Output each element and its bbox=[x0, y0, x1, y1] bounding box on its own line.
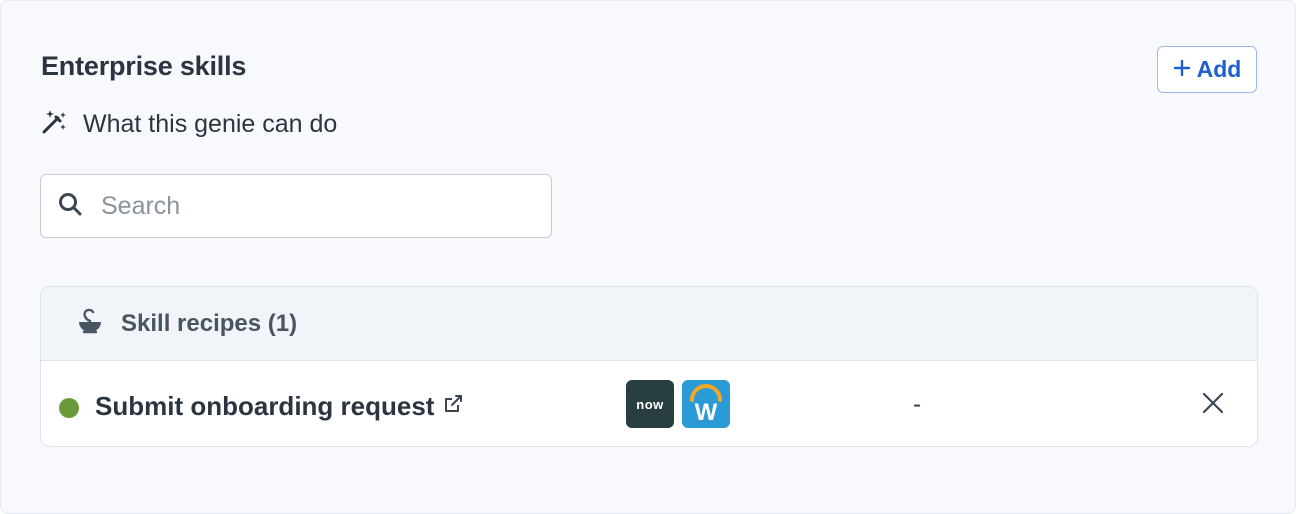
servicenow-logo: now bbox=[626, 380, 674, 428]
section-subtitle: What this genie can do bbox=[41, 108, 337, 141]
external-link-icon bbox=[442, 393, 464, 420]
skill-name-link[interactable]: Submit onboarding request bbox=[95, 391, 464, 422]
remove-skill-button[interactable] bbox=[1201, 391, 1225, 415]
magic-wand-icon bbox=[41, 108, 69, 141]
close-icon bbox=[1202, 392, 1224, 414]
section-header: Enterprise skills bbox=[41, 51, 246, 82]
skill-recipes-label: Skill recipes (1) bbox=[121, 309, 298, 337]
workday-logo: W bbox=[682, 380, 730, 428]
workday-logo-text: W bbox=[695, 399, 718, 426]
search-input[interactable] bbox=[99, 190, 523, 222]
add-skill-button[interactable]: Add bbox=[1157, 46, 1257, 93]
table-row: Submit onboarding request now W - bbox=[41, 361, 1257, 446]
subtitle-text: What this genie can do bbox=[83, 110, 338, 138]
skill-extra-value: - bbox=[913, 391, 921, 418]
skill-recipes-table: Skill recipes (1) Submit onboarding requ… bbox=[40, 286, 1258, 447]
add-button-label: Add bbox=[1196, 56, 1242, 82]
skill-name: Submit onboarding request bbox=[95, 391, 435, 421]
search-icon bbox=[57, 191, 83, 222]
status-dot bbox=[59, 398, 79, 418]
enterprise-skills-panel: Enterprise skills What this genie can do… bbox=[0, 0, 1296, 514]
bowl-spoon-icon bbox=[75, 306, 105, 341]
plus-icon bbox=[1173, 56, 1191, 83]
skill-recipes-header: Skill recipes (1) bbox=[41, 287, 1257, 361]
servicenow-logo-text: now bbox=[636, 396, 664, 412]
search-box[interactable] bbox=[40, 174, 552, 238]
section-title: Enterprise skills bbox=[41, 51, 247, 81]
